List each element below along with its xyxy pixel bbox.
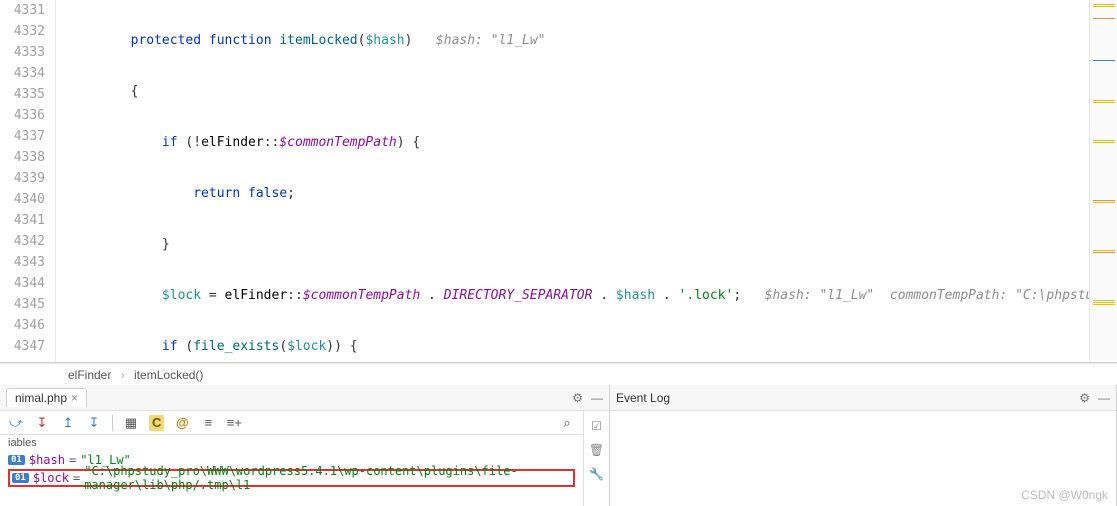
calculator-button[interactable]: C bbox=[149, 415, 164, 431]
line-number: 4338 bbox=[0, 147, 45, 168]
static-prop: $commonTempPath bbox=[279, 135, 396, 150]
function-call: file_exists bbox=[193, 339, 279, 354]
line-number: 4344 bbox=[0, 273, 45, 294]
variables-label: iables bbox=[0, 435, 583, 451]
line-number: 4340 bbox=[0, 189, 45, 210]
line-number: 4347 bbox=[0, 336, 45, 357]
keyword: protected bbox=[131, 33, 201, 48]
line-number: 4334 bbox=[0, 63, 45, 84]
step-into-icon[interactable]: ↧ bbox=[34, 415, 50, 431]
tab-label: nimal.php bbox=[15, 391, 67, 405]
grid-icon[interactable]: ▦ bbox=[123, 415, 139, 431]
param: $hash bbox=[365, 33, 404, 48]
var-name: $lock bbox=[33, 471, 69, 485]
function-name: itemLocked bbox=[279, 33, 357, 48]
event-log-title: Event Log bbox=[616, 391, 670, 405]
minimize-icon[interactable]: — bbox=[591, 391, 603, 405]
gear-icon[interactable]: ⚙ bbox=[572, 391, 583, 405]
variable: $lock bbox=[162, 288, 201, 303]
class-ref: elFinder bbox=[201, 135, 264, 150]
line-number: 4341 bbox=[0, 210, 45, 231]
breadcrumb[interactable]: elFinder › itemLocked() bbox=[0, 363, 1117, 385]
var-value: "C:\phpstudy_pro\WWW\wordpress5.4.1\wp-c… bbox=[84, 464, 571, 492]
force-step-icon[interactable]: ↧ bbox=[86, 415, 102, 431]
static-prop: $commonTempPath bbox=[303, 288, 420, 303]
at-icon[interactable]: @ bbox=[174, 415, 190, 431]
line-number: 4336 bbox=[0, 105, 45, 126]
line-number: 4346 bbox=[0, 315, 45, 336]
line-number: 4339 bbox=[0, 168, 45, 189]
wrench-icon[interactable]: 🔧 bbox=[589, 467, 604, 481]
trash-icon[interactable]: 🗑 bbox=[589, 443, 604, 457]
breadcrumb-method[interactable]: itemLocked() bbox=[134, 368, 203, 382]
code-editor[interactable]: protected function itemLocked($hash) $ha… bbox=[56, 0, 1089, 362]
editor-area: 4331 4332 4333 4334 4335 4336 4337 4338 … bbox=[0, 0, 1117, 363]
find-icon[interactable]: ⌕ bbox=[559, 415, 575, 431]
keyword: if bbox=[162, 339, 178, 354]
inline-hint: $hash: "l1_Lw" bbox=[436, 33, 546, 48]
variable: $lock bbox=[287, 339, 326, 354]
string: '.lock' bbox=[679, 288, 734, 303]
step-out-icon[interactable]: ↥ bbox=[60, 415, 76, 431]
line-number: 4345 bbox=[0, 294, 45, 315]
debug-toolbar: ⤻ ↧ ↥ ↧ ▦ C @ ≡ ≡+ ⌕ bbox=[0, 411, 583, 435]
line-gutter: 4331 4332 4333 4334 4335 4336 4337 4338 … bbox=[0, 0, 56, 362]
watermark: CSDN @W0ngk bbox=[1021, 488, 1108, 502]
minimize-icon[interactable]: — bbox=[1098, 391, 1110, 405]
variable: $hash bbox=[616, 288, 655, 303]
chevron-icon: › bbox=[121, 368, 125, 382]
debug-side-toolbar: ☑ 🗑 🔧 bbox=[583, 411, 609, 506]
equals: = bbox=[73, 471, 80, 485]
minimap[interactable] bbox=[1089, 0, 1117, 362]
step-over-icon[interactable]: ⤻ bbox=[8, 415, 24, 431]
variables-list: 01 $hash = "l1_Lw" 01 $lock = "C:\phpstu… bbox=[0, 451, 583, 487]
keyword: function bbox=[209, 33, 272, 48]
keyword: if bbox=[162, 135, 178, 150]
var-tag: 01 bbox=[8, 455, 25, 465]
line-number: 4333 bbox=[0, 42, 45, 63]
line-number: 4335 bbox=[0, 84, 45, 105]
debug-panel: nimal.php × ⚙ — ⤻ ↧ ↥ ↧ bbox=[0, 385, 610, 506]
keyword: false bbox=[248, 186, 287, 201]
inline-hint: $hash: "l1_Lw" commonTempPath: "C:\phpst… bbox=[765, 288, 1089, 303]
keyword: return bbox=[193, 186, 240, 201]
equals: = bbox=[69, 453, 76, 467]
event-log-body: CSDN @W0ngk bbox=[610, 411, 1116, 506]
list-icon[interactable]: ≡ bbox=[200, 415, 216, 431]
var-name: $hash bbox=[29, 453, 65, 467]
constant: DIRECTORY_SEPARATOR bbox=[444, 288, 593, 303]
gear-icon[interactable]: ⚙ bbox=[1079, 391, 1090, 405]
file-tab[interactable]: nimal.php × bbox=[6, 388, 87, 407]
checkbox-icon[interactable]: ☑ bbox=[591, 419, 602, 433]
add-watch-icon[interactable]: ≡+ bbox=[226, 415, 242, 431]
close-icon[interactable]: × bbox=[71, 391, 78, 405]
line-number: 4332 bbox=[0, 21, 45, 42]
line-number: 4342 bbox=[0, 231, 45, 252]
var-tag: 01 bbox=[12, 473, 29, 483]
variable-row-highlighted[interactable]: 01 $lock = "C:\phpstudy_pro\WWW\wordpres… bbox=[8, 469, 575, 487]
line-number: 4343 bbox=[0, 252, 45, 273]
divider bbox=[112, 415, 113, 431]
class-ref: elFinder bbox=[225, 288, 288, 303]
line-number: 4331 bbox=[0, 0, 45, 21]
event-log-panel: Event Log ⚙ — CSDN @W0ngk bbox=[610, 385, 1117, 506]
line-number: 4337 bbox=[0, 126, 45, 147]
breadcrumb-class[interactable]: elFinder bbox=[68, 368, 111, 382]
